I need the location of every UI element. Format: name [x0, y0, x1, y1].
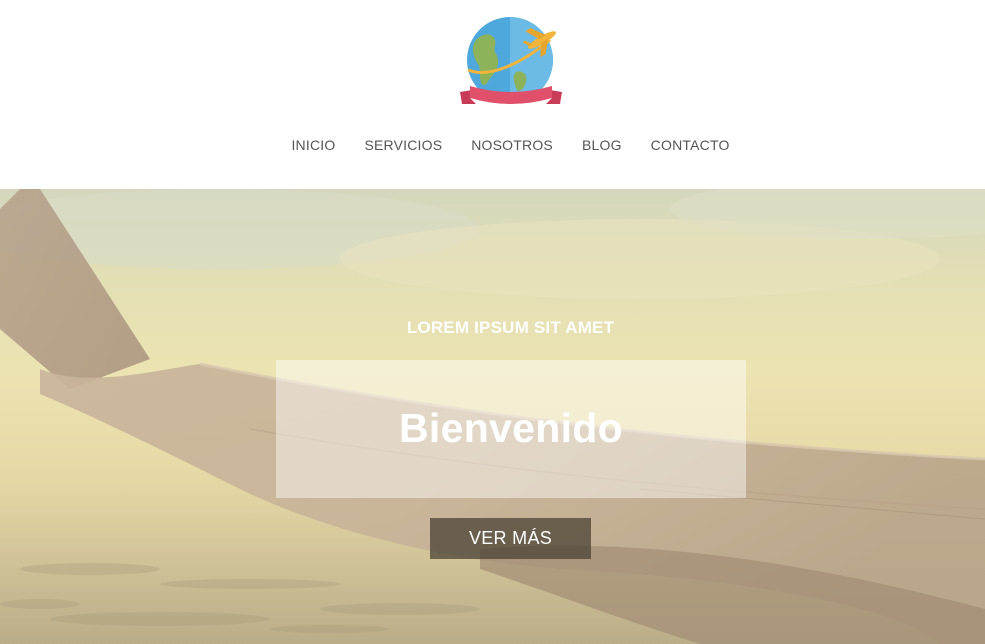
- hero-subtitle: LOREM IPSUM SIT AMET: [406, 318, 615, 337]
- nav-item-inicio[interactable]: INICIO: [277, 134, 350, 156]
- main-nav: INICIO SERVICIOS NOSOTROS BLOG CONTACTO: [0, 134, 985, 156]
- site-header: INICIO SERVICIOS NOSOTROS BLOG CONTACTO: [0, 0, 985, 189]
- nav-item-servicios[interactable]: SERVICIOS: [350, 134, 457, 156]
- nav-item-blog[interactable]: BLOG: [567, 134, 636, 156]
- nav-item-nosotros[interactable]: NOSOTROS: [457, 134, 568, 156]
- hero-title: Bienvenido: [399, 404, 623, 451]
- globe-airplane-logo-icon[interactable]: [458, 12, 564, 114]
- ver-mas-button[interactable]: VER MÁS: [430, 518, 591, 559]
- nav-item-contacto[interactable]: CONTACTO: [636, 134, 744, 156]
- hero-section: LOREM IPSUM SIT AMET Bienvenido VER MÁS: [0, 189, 985, 644]
- hero-title-box: Bienvenido: [276, 360, 746, 498]
